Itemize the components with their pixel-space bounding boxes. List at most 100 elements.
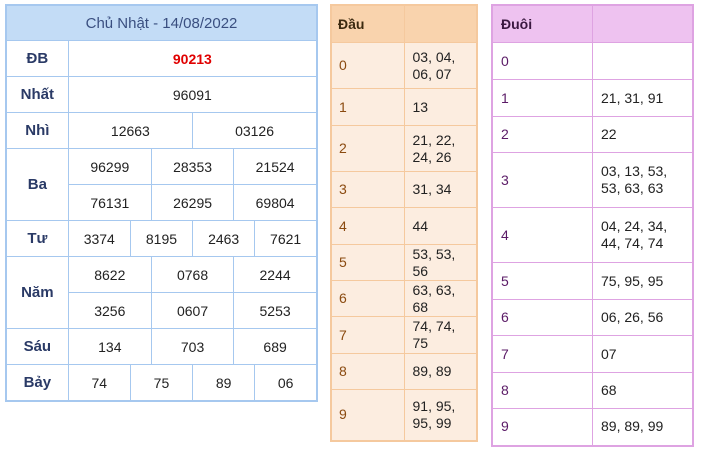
prize-number: 2244 [233,256,318,293]
prize-row-bay: Bảy 74 75 89 06 [5,364,318,402]
tail-values: 89, 89, 99 [592,408,694,446]
results-date-header: Chủ Nhật - 14/08/2022 [5,4,318,41]
tail-values: 68 [592,372,694,409]
head-key: 6 [330,280,405,317]
tail-key: 8 [491,372,593,409]
head-key: 8 [330,353,405,390]
head-values: 13 [403,88,478,126]
tail-row: 7 07 [491,335,694,373]
prize-number: 28353 [150,148,235,185]
prize-number: 21524 [233,148,318,185]
prize-number: 0607 [150,292,235,329]
head-row: 8 89, 89 [330,353,478,390]
tail-key: 0 [491,42,593,80]
prize-row-db: ĐB 90213 [5,40,318,77]
prize-number: 26295 [150,184,235,221]
prize-row-ba: Ba 96299 28353 21524 [5,148,318,221]
head-values: 44 [403,207,478,245]
tail-key: 7 [491,335,593,373]
tail-row: 0 [491,42,694,80]
head-row: 3 31, 34 [330,171,478,208]
head-row: 9 91, 95, 95, 99 [330,389,478,441]
tail-values [592,42,694,80]
prize-number: 703 [150,328,235,365]
head-row: 4 44 [330,207,478,245]
tail-row: 1 21, 31, 91 [491,79,694,117]
prize-number: 7621 [254,220,318,257]
tail-row: 2 22 [491,116,694,153]
prize-number: 06 [254,364,318,402]
prize-number: 96299 [67,148,152,185]
tail-row: 5 75, 95, 95 [491,262,694,300]
tail-key: 5 [491,262,593,300]
prize-label: Tư [5,220,69,257]
prize-label: Nhất [5,76,69,113]
prize-label: Năm [5,256,69,329]
prize-number: 0768 [150,256,235,293]
tail-key: 4 [491,207,593,263]
prize-row-sau: Sáu 134 703 689 [5,328,318,365]
prize-number: 76131 [67,184,152,221]
tail-values: 04, 24, 34, 44, 74, 74 [592,207,694,263]
prize-number: 69804 [233,184,318,221]
head-key: 4 [330,207,405,245]
tail-column-header: Đuôi [491,4,593,43]
head-digit-table: Đầu 0 03, 04, 06, 07 1 13 2 21, 22, 24, 26 … [330,4,478,442]
head-values: 89, 89 [403,353,478,390]
tail-row: 8 68 [491,372,694,409]
head-row: 5 53, 53, 56 [330,244,478,281]
head-column-header: Đầu [330,4,405,43]
tail-values: 06, 26, 56 [592,299,694,336]
tail-key: 9 [491,408,593,446]
head-values: 21, 22, 24, 26 [403,125,478,172]
tail-values: 75, 95, 95 [592,262,694,300]
head-key: 7 [330,316,405,354]
prize-row-tu: Tư 3374 8195 2463 7621 [5,220,318,257]
tail-row: 9 89, 89, 99 [491,408,694,446]
head-key: 3 [330,171,405,208]
head-key: 5 [330,244,405,281]
tail-key: 6 [491,299,593,336]
tail-row: 4 04, 24, 34, 44, 74, 74 [491,207,694,263]
tail-key: 2 [491,116,593,153]
head-row: 6 63, 63, 68 [330,280,478,317]
head-row: 2 21, 22, 24, 26 [330,125,478,172]
prize-number: 134 [67,328,152,365]
tail-values: 03, 13, 53, 53, 63, 63 [592,152,694,208]
tail-key: 3 [491,152,593,208]
prize-number: 5253 [233,292,318,329]
prize-label: Sáu [5,328,69,365]
tail-row: 3 03, 13, 53, 53, 63, 63 [491,152,694,208]
head-row: 1 13 [330,88,478,126]
prize-number: 74 [67,364,131,402]
head-key: 0 [330,42,405,89]
head-key: 2 [330,125,405,172]
tail-values: 07 [592,335,694,373]
prize-label: Ba [5,148,69,221]
prize-label: Nhì [5,112,69,149]
prize-label: ĐB [5,40,69,77]
results-table: Chủ Nhật - 14/08/2022 ĐB 90213 Nhất 9609… [5,4,318,402]
head-column-header-blank [403,4,478,43]
prize-number: 3374 [67,220,131,257]
head-values: 74, 74, 75 [403,316,478,354]
prize-number: 689 [233,328,318,365]
head-values: 53, 53, 56 [403,244,478,281]
tail-column-header-blank [592,4,694,43]
head-values: 31, 34 [403,171,478,208]
prize-row-nhat: Nhất 96091 [5,76,318,113]
prize-number: 89 [192,364,256,402]
head-key: 1 [330,88,405,126]
prize-number: 3256 [67,292,152,329]
tail-values: 21, 31, 91 [592,79,694,117]
tail-row: 6 06, 26, 56 [491,299,694,336]
head-values: 63, 63, 68 [403,280,478,317]
tail-values: 22 [592,116,694,153]
special-prize-number: 90213 [67,40,318,77]
prize-number: 12663 [67,112,194,149]
prize-number: 75 [129,364,194,402]
tail-digit-table: Đuôi 0 1 21, 31, 91 2 22 3 03, 13, 53, 53, … [491,4,694,447]
head-values: 03, 04, 06, 07 [403,42,478,89]
prize-number: 03126 [192,112,318,149]
tail-key: 1 [491,79,593,117]
